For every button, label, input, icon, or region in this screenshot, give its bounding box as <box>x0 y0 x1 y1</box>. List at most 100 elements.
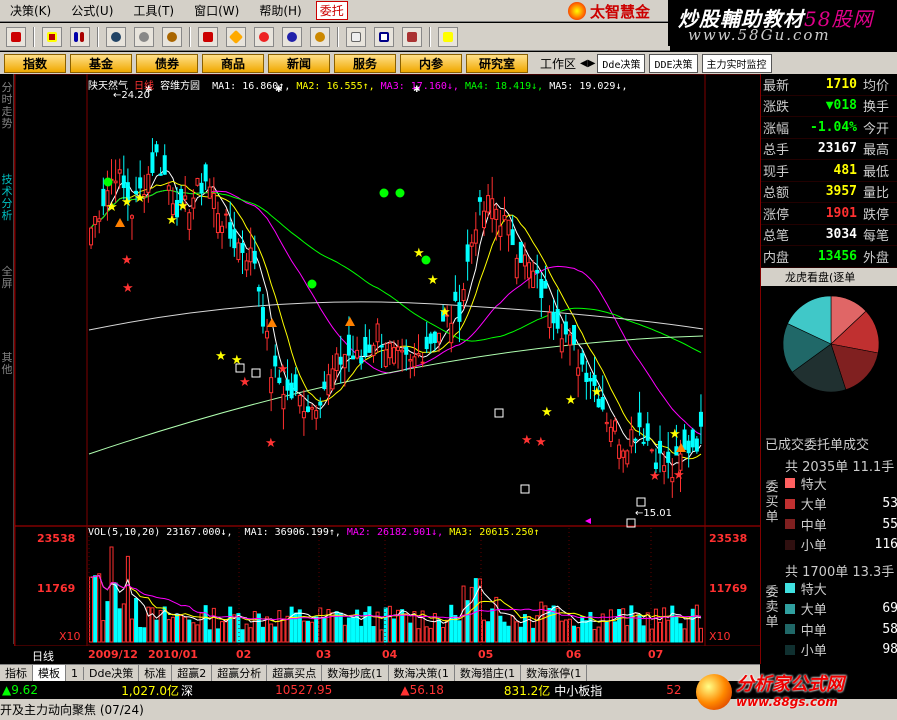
quote-value: 3957 <box>825 184 857 200</box>
window-icon[interactable] <box>374 26 394 47</box>
quote-label: 总额 <box>763 186 790 202</box>
volume-bar <box>89 576 94 643</box>
help-pointer-icon[interactable] <box>438 26 458 47</box>
candle-body <box>334 353 339 371</box>
volume-bar <box>359 625 364 643</box>
coins-icon[interactable] <box>310 26 330 47</box>
candle-body <box>215 213 220 234</box>
order-swatch-icon <box>785 583 795 594</box>
nav-commodity-button[interactable]: 商品 <box>202 53 264 73</box>
bottom-tab-2[interactable]: 1 <box>66 666 84 680</box>
quote-label: 现手 <box>763 164 790 180</box>
candle-body <box>367 344 372 353</box>
info-icon[interactable] <box>254 26 274 47</box>
menu-formula[interactable]: 公式(U) <box>61 2 123 19</box>
quote-label: 涨停 <box>763 207 790 223</box>
bottom-tab-6[interactable]: 超赢分析 <box>212 665 268 681</box>
volume-bar <box>404 613 409 643</box>
nav-service-button[interactable]: 服务 <box>334 53 396 73</box>
bottom-tab-9[interactable]: 数海决策(1 <box>389 665 455 681</box>
candle-body <box>592 374 597 386</box>
x-axis-period: 日线 <box>32 650 54 663</box>
signal-dot-icon <box>379 188 389 198</box>
menu-window[interactable]: 窗口(W) <box>184 2 249 19</box>
tab-fullscreen[interactable]: 全屏 <box>1 266 13 290</box>
signal-triangle-icon <box>345 317 355 326</box>
bottom-tab-4[interactable]: 标准 <box>139 665 173 681</box>
order-value: 58 <box>882 621 897 637</box>
nav-index-button[interactable]: 指数 <box>4 53 66 73</box>
ma-label-4: MA4: 18.419↓, <box>464 81 544 92</box>
bottom-tab-1[interactable]: 模板 <box>33 665 66 681</box>
signal-dot-icon <box>421 255 431 265</box>
tab-intraday[interactable]: 分时走势 <box>1 82 13 130</box>
nav-research-button[interactable]: 研究室 <box>466 53 528 73</box>
tab-other[interactable]: 其他 <box>1 352 13 376</box>
candle-body <box>89 227 94 246</box>
bottom-tab-0[interactable]: 指标 <box>0 665 33 681</box>
candle-body <box>465 244 470 262</box>
candle-body <box>391 347 396 364</box>
nav-fund-button[interactable]: 基金 <box>70 53 132 73</box>
bottom-tab-7[interactable]: 超赢买点 <box>267 665 323 681</box>
user-icon[interactable] <box>162 26 182 47</box>
volume-bar <box>445 619 450 643</box>
quote-value: -1.04% <box>810 119 857 135</box>
chart-area[interactable]: ★ ★ ★ ★ ★ ★ ★ ★ ★ ★ ★ ★ ★ ★ ★ ★ ★ ★ ★ ★ ★ ★ ★ ✱ ✱ ✱ ←24.20 ←15.01 23… <box>14 73 762 647</box>
candle-body <box>416 353 421 356</box>
candle-body <box>596 398 601 408</box>
volume-bar <box>416 628 421 643</box>
candle-body <box>449 322 454 344</box>
candle-body <box>244 260 249 271</box>
candle-body <box>318 401 323 406</box>
check-icon[interactable] <box>198 26 218 47</box>
kline-chart-svg[interactable]: ★ ★ ★★★★★★ ★★★★★★★★★★ ★ ★★ ★★✱ ✱ ✱←24.20←15.0123… <box>14 73 762 647</box>
nav-insider-button[interactable]: 内参 <box>400 53 462 73</box>
status-arrow2-icon: ▲ <box>400 683 410 697</box>
globe-icon[interactable] <box>282 26 302 47</box>
menu-weituo[interactable]: 委托 <box>315 1 348 20</box>
bottom-tab-11[interactable]: 数海涨停(1 <box>521 665 588 681</box>
menu-decision[interactable]: 决策(K) <box>0 2 61 19</box>
nav-news-button[interactable]: 新闻 <box>268 53 330 73</box>
menu-tools[interactable]: 工具(T) <box>123 2 184 19</box>
candle-body <box>580 353 585 365</box>
bar-chart-icon[interactable] <box>70 26 90 47</box>
menu-help[interactable]: 帮助(H) <box>249 2 311 19</box>
quote-label: 总手 <box>763 143 790 159</box>
bottom-tab-8[interactable]: 数海抄底(1 <box>322 665 389 681</box>
nav-bond-button[interactable]: 债券 <box>136 53 198 73</box>
tab-technical[interactable]: 技术分析 <box>1 174 13 222</box>
volume-bar <box>490 608 495 643</box>
volume-bar <box>170 616 175 643</box>
volume-bar <box>228 606 233 643</box>
note-icon[interactable] <box>346 26 366 47</box>
volume-bar <box>547 607 552 643</box>
candle-body <box>121 175 126 189</box>
volume-bar <box>224 619 229 643</box>
dde-decision-button[interactable]: Dde决策 <box>597 53 646 73</box>
dde-decision2-button[interactable]: DDE决策 <box>649 53 698 73</box>
signal-star-icon: ★ <box>277 362 289 377</box>
back-icon[interactable] <box>6 26 26 47</box>
bottom-tab-5[interactable]: 超赢2 <box>172 665 213 681</box>
main-monitor-button[interactable]: 主力实时监控 <box>701 53 772 73</box>
vol-axis-unit: X10 <box>59 630 81 643</box>
stock-name: 陕天然气 <box>88 81 128 92</box>
people-icon[interactable] <box>134 26 154 47</box>
workspace-arrows-icon[interactable]: ◀▶ <box>580 58 595 69</box>
volume-bar <box>105 601 110 643</box>
books-icon[interactable] <box>402 26 422 47</box>
diamond-icon[interactable] <box>226 26 246 47</box>
bottom-tab-3[interactable]: Dde决策 <box>84 665 140 681</box>
candle-body <box>383 349 388 367</box>
volume-bar <box>211 607 216 643</box>
watermark-bottom: 分析家公式网 www.88gs.com <box>690 664 897 720</box>
candle-body <box>490 198 495 220</box>
bottom-tab-10[interactable]: 数海猎庄(1 <box>455 665 522 681</box>
workspace-label[interactable]: 工作区 <box>536 55 580 72</box>
candle-body <box>576 367 581 376</box>
grid-icon[interactable] <box>42 26 62 47</box>
lhb-header[interactable]: 龙虎看盘(逐单 <box>761 267 897 286</box>
binoculars-icon[interactable] <box>106 26 126 47</box>
